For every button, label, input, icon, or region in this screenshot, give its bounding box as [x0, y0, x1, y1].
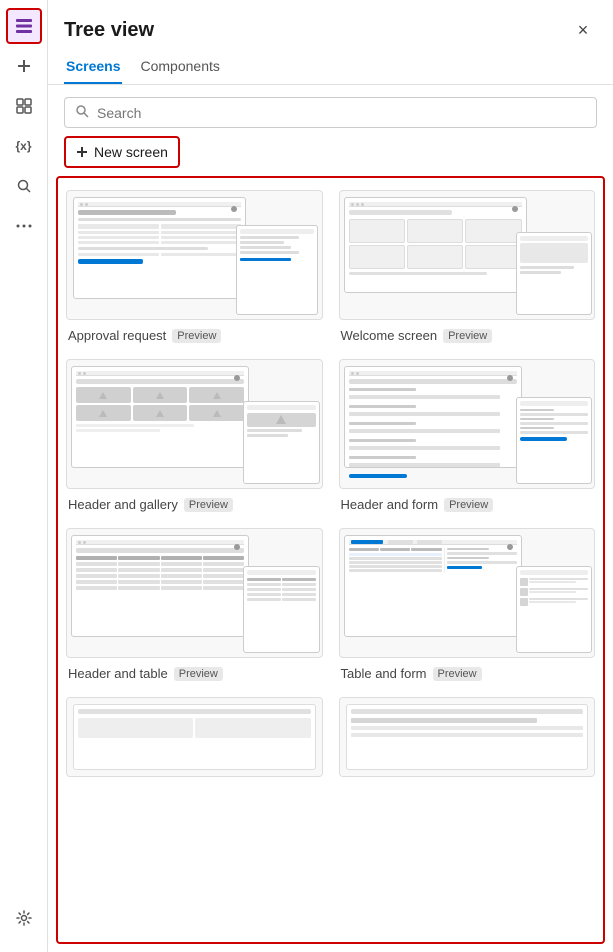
tabs-container: Screens Components [48, 44, 613, 85]
template-label-row-approval: Approval request Preview [66, 328, 221, 343]
tree-view-panel: Tree view × Screens Components New scree… [48, 0, 613, 952]
preview-badge-form[interactable]: Preview [444, 498, 493, 512]
preview-badge-gallery[interactable]: Preview [184, 498, 233, 512]
template-name-approval: Approval request [68, 328, 166, 343]
new-screen-label: New screen [94, 144, 168, 160]
sidebar: {x} [0, 0, 48, 952]
close-button[interactable]: × [569, 16, 597, 44]
plus-icon[interactable] [6, 48, 42, 84]
template-label-row-welcome: Welcome screen Preview [339, 328, 493, 343]
template-name-table: Header and table [68, 666, 168, 681]
template-thumb-table [66, 528, 323, 658]
template-header-table[interactable]: Header and table Preview [66, 528, 323, 681]
template-table-form[interactable]: Table and form Preview [339, 528, 596, 681]
grid-icon[interactable] [6, 88, 42, 124]
template-label-row-table: Header and table Preview [66, 666, 223, 681]
search-icon[interactable] [6, 168, 42, 204]
layers-icon[interactable] [6, 8, 42, 44]
template-name-form: Header and form [341, 497, 439, 512]
template-partial-left[interactable] [66, 697, 323, 777]
more-icon[interactable] [6, 208, 42, 244]
template-label-row-gallery: Header and gallery Preview [66, 497, 233, 512]
template-label-row-form: Header and form Preview [339, 497, 494, 512]
template-partial-right[interactable] [339, 697, 596, 777]
search-icon-input [75, 104, 89, 121]
preview-badge-table[interactable]: Preview [174, 667, 223, 681]
template-header-form[interactable]: Header and form Preview [339, 359, 596, 512]
search-box [64, 97, 597, 128]
template-thumb-form [339, 359, 596, 489]
search-input[interactable] [97, 105, 586, 121]
tab-components[interactable]: Components [138, 52, 221, 84]
templates-grid: Approval request Preview [66, 190, 595, 777]
preview-badge-tableform[interactable]: Preview [433, 667, 482, 681]
preview-badge-welcome[interactable]: Preview [443, 329, 492, 343]
settings-icon[interactable] [6, 900, 42, 936]
template-name-gallery: Header and gallery [68, 497, 178, 512]
tab-screens[interactable]: Screens [64, 52, 122, 84]
panel-title: Tree view [64, 19, 154, 42]
template-thumb-approval [66, 190, 323, 320]
templates-section[interactable]: Approval request Preview [56, 176, 605, 944]
search-container [48, 85, 613, 136]
template-label-row-tableform: Table and form Preview [339, 666, 482, 681]
template-name-tableform: Table and form [341, 666, 427, 681]
variables-icon[interactable]: {x} [6, 128, 42, 164]
new-screen-button[interactable]: New screen [64, 136, 180, 168]
template-header-gallery[interactable]: Header and gallery Preview [66, 359, 323, 512]
template-thumb-tableform [339, 528, 596, 658]
template-thumb-welcome [339, 190, 596, 320]
template-approval-request[interactable]: Approval request Preview [66, 190, 323, 343]
template-welcome-screen[interactable]: Welcome screen Preview [339, 190, 596, 343]
template-name-welcome: Welcome screen [341, 328, 438, 343]
template-thumb-gallery [66, 359, 323, 489]
panel-header: Tree view × [48, 0, 613, 44]
preview-badge-approval[interactable]: Preview [172, 329, 221, 343]
